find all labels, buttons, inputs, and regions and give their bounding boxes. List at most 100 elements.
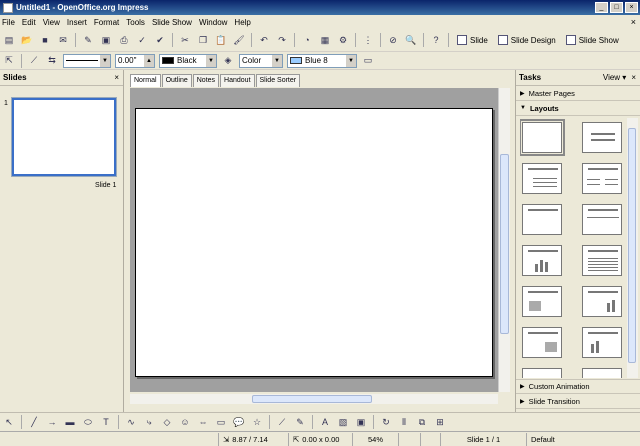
tab-normal[interactable]: Normal [130, 74, 161, 87]
help-icon[interactable]: ? [429, 33, 443, 47]
chevron-down-icon[interactable]: ▼ [346, 54, 356, 67]
callouts-icon[interactable]: 💬 [232, 415, 246, 429]
arrange-icon[interactable]: ⧉ [415, 415, 429, 429]
copy-icon[interactable]: ❐ [196, 33, 210, 47]
line-width-field[interactable]: 0.00" ▲ [115, 53, 155, 68]
close-document-icon[interactable]: × [631, 17, 636, 27]
scroll-thumb[interactable] [252, 395, 372, 403]
redo-icon[interactable]: ↷ [275, 33, 289, 47]
from-file-icon[interactable]: ▧ [336, 415, 350, 429]
fontwork-icon[interactable]: A [318, 415, 332, 429]
email-icon[interactable]: ✉ [56, 33, 70, 47]
minimize-button[interactable]: _ [595, 2, 608, 13]
undo-icon[interactable]: ↶ [257, 33, 271, 47]
rotate-icon[interactable]: ↻ [379, 415, 393, 429]
layout-title-chart[interactable] [522, 245, 562, 276]
menu-help[interactable]: Help [234, 18, 250, 27]
chevron-down-icon[interactable]: ▼ [272, 54, 282, 67]
layout-title-text-chart[interactable] [582, 286, 622, 317]
clone-format-icon[interactable]: 🖌 [232, 33, 246, 47]
vertical-scrollbar[interactable] [498, 88, 510, 392]
basic-shapes-icon[interactable]: ◇ [160, 415, 174, 429]
area-icon[interactable]: ◈ [221, 54, 235, 68]
section-custom-animation[interactable]: ▶ Custom Animation [516, 379, 640, 394]
layout-blank[interactable] [520, 119, 565, 156]
close-icon[interactable]: × [114, 73, 119, 82]
scroll-thumb[interactable] [628, 128, 636, 363]
chevron-down-icon[interactable]: ▼ [100, 54, 110, 67]
extrusion-icon[interactable]: ⊞ [433, 415, 447, 429]
layout-title-chart-text[interactable] [582, 327, 622, 358]
maximize-button[interactable]: □ [610, 2, 623, 13]
select-icon[interactable]: ↖ [2, 415, 16, 429]
slide-thumbnail[interactable] [11, 97, 117, 177]
line-icon[interactable]: ╱ [27, 415, 41, 429]
section-slide-transition[interactable]: ▶ Slide Transition [516, 394, 640, 409]
menu-file[interactable]: File [2, 18, 15, 27]
show-draw-functions-icon[interactable]: ⚙ [336, 33, 350, 47]
chevron-down-icon[interactable]: ▼ [206, 54, 216, 67]
spellcheck-icon[interactable]: ✓ [135, 33, 149, 47]
section-layouts[interactable]: ▼ Layouts [516, 101, 640, 116]
stars-icon[interactable]: ☆ [250, 415, 264, 429]
curve-icon[interactable]: ∿ [124, 415, 138, 429]
line-style-icon[interactable]: ⟋ [27, 54, 41, 68]
paste-icon[interactable]: 📋 [214, 33, 228, 47]
menu-view[interactable]: View [43, 18, 60, 27]
layout-title-object[interactable] [522, 368, 562, 378]
menu-insert[interactable]: Insert [67, 18, 87, 27]
flowchart-icon[interactable]: ▭ [214, 415, 228, 429]
line-arrow-icon[interactable]: → [45, 415, 59, 429]
tab-slide-sorter[interactable]: Slide Sorter [255, 74, 301, 87]
area-style-select[interactable]: Color ▼ [239, 53, 283, 68]
navigator-icon[interactable]: ⊘ [386, 33, 400, 47]
close-window-button[interactable]: × [625, 2, 638, 13]
layout-title-clipart-text[interactable] [522, 286, 562, 317]
menu-slide-show[interactable]: Slide Show [152, 18, 192, 27]
slide-canvas[interactable] [130, 88, 498, 392]
tab-handout[interactable]: Handout [220, 74, 255, 87]
new-document-icon[interactable]: ▤ [2, 33, 16, 47]
table-icon[interactable]: ▦ [318, 33, 332, 47]
slide-page[interactable] [135, 108, 493, 377]
menu-edit[interactable]: Edit [22, 18, 36, 27]
menu-tools[interactable]: Tools [126, 18, 145, 27]
autospellcheck-icon[interactable]: ✔ [153, 33, 167, 47]
layout-title-content[interactable] [522, 163, 562, 194]
horizontal-scrollbar[interactable] [130, 394, 498, 404]
slide-show-button[interactable]: Slide Show [563, 32, 622, 48]
line-style-select[interactable]: ▼ [63, 53, 111, 68]
symbol-shapes-icon[interactable]: ☺ [178, 415, 192, 429]
cut-icon[interactable]: ✂ [178, 33, 192, 47]
shadow-icon[interactable]: ▭ [361, 54, 375, 68]
layout-title-object-text[interactable] [582, 368, 622, 378]
text-icon[interactable]: T [99, 415, 113, 429]
layout-title-text[interactable] [522, 204, 562, 235]
status-zoom[interactable]: 54% [352, 432, 398, 446]
layout-two-content[interactable] [582, 163, 622, 194]
grid-icon[interactable]: ⋮ [361, 33, 375, 47]
chart-icon[interactable]: ◔ [300, 33, 314, 47]
select-arrow-icon[interactable]: ⇱ [2, 54, 16, 68]
section-master-pages[interactable]: ▶ Master Pages [516, 86, 640, 101]
arrow-style-icon[interactable]: ⇆ [45, 54, 59, 68]
menu-window[interactable]: Window [199, 18, 227, 27]
view-menu-button[interactable]: View ▾ [603, 73, 626, 82]
edit-file-icon[interactable]: ✎ [81, 33, 95, 47]
area-color-select[interactable]: Blue 8 ▼ [287, 53, 357, 68]
new-slide-button[interactable]: Slide [454, 32, 491, 48]
tasks-scrollbar[interactable] [627, 118, 638, 378]
close-icon[interactable]: × [631, 73, 636, 82]
layout-title-outline[interactable] [582, 204, 622, 235]
tab-notes[interactable]: Notes [192, 74, 220, 87]
alignment-icon[interactable]: ⫴ [397, 415, 411, 429]
connector-icon[interactable]: ⤷ [142, 415, 156, 429]
line-color-select[interactable]: Black ▼ [159, 53, 217, 68]
rectangle-icon[interactable]: ▬ [63, 415, 77, 429]
scroll-thumb[interactable] [500, 154, 509, 334]
ellipse-icon[interactable]: ⬭ [81, 415, 95, 429]
block-arrows-icon[interactable]: ⇔ [196, 415, 210, 429]
menu-format[interactable]: Format [94, 18, 119, 27]
layout-title-text-clipart[interactable] [522, 327, 562, 358]
export-pdf-icon[interactable]: ▣ [99, 33, 113, 47]
